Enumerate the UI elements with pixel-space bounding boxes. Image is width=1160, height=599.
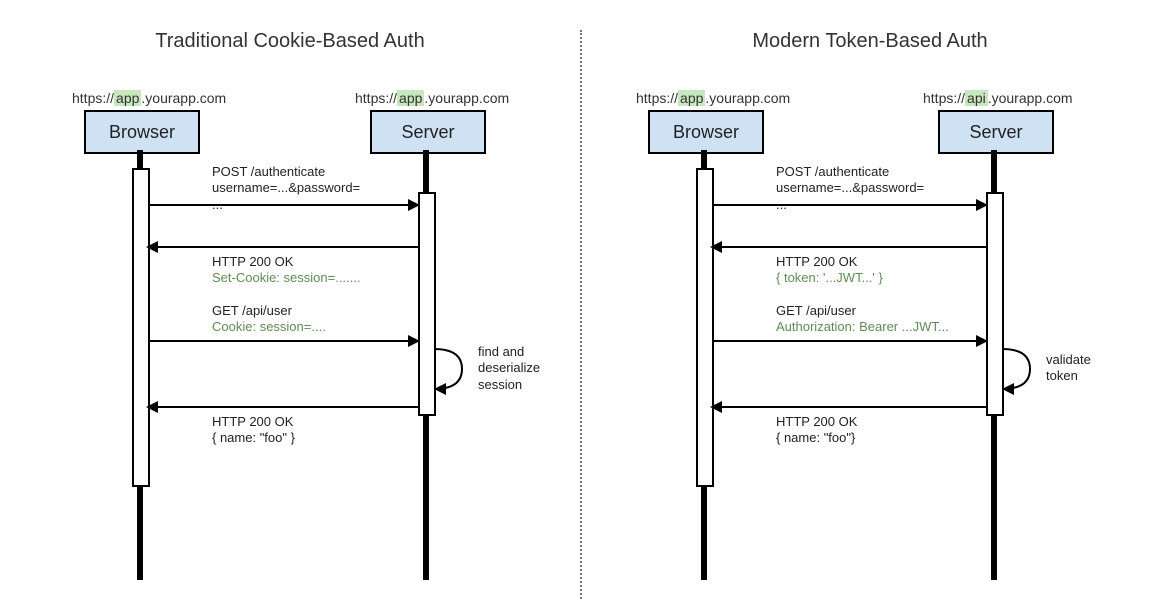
- right-arrow1: [712, 204, 986, 206]
- box-label: Browser: [673, 122, 739, 143]
- msg-line-green: Set-Cookie: session=.......: [212, 270, 360, 285]
- url-part: https://: [636, 90, 678, 106]
- box-label: Server: [969, 122, 1022, 143]
- right-title: Modern Token-Based Auth: [580, 30, 1160, 53]
- url-part: https://: [355, 90, 397, 106]
- left-browser-url: https://app.yourapp.com: [72, 90, 226, 106]
- msg-line: HTTP 200 OK: [212, 414, 293, 429]
- url-part: .yourapp.com: [988, 90, 1073, 106]
- url-highlight: app: [678, 90, 705, 106]
- url-highlight: app: [397, 90, 424, 106]
- left-panel: Traditional Cookie-Based Auth https://ap…: [0, 0, 580, 599]
- msg-line: HTTP 200 OK: [212, 254, 293, 269]
- left-browser-box: Browser: [84, 110, 200, 154]
- msg-line: GET /api/user: [212, 303, 292, 318]
- msg-line: username=...&password=: [776, 180, 924, 195]
- left-self-note: find and deserialize session: [478, 344, 540, 393]
- right-panel: Modern Token-Based Auth https://app.your…: [580, 0, 1160, 599]
- right-arrow2: [712, 246, 986, 248]
- right-browser-url: https://app.yourapp.com: [636, 90, 790, 106]
- note-line: find and: [478, 344, 524, 359]
- msg-line: HTTP 200 OK: [776, 254, 857, 269]
- msg-line: username=...&password=: [212, 180, 360, 195]
- left-browser-activation: [132, 168, 150, 487]
- note-line: token: [1046, 368, 1078, 383]
- left-server-box: Server: [370, 110, 486, 154]
- url-part: .yourapp.com: [141, 90, 226, 106]
- right-msg4: HTTP 200 OK { name: "foo"}: [776, 414, 857, 447]
- right-browser-activation: [696, 168, 714, 487]
- left-arrow1: [148, 204, 418, 206]
- left-msg2: HTTP 200 OK Set-Cookie: session=.......: [212, 254, 360, 287]
- left-title: Traditional Cookie-Based Auth: [0, 30, 580, 53]
- msg-line: { name: "foo"}: [776, 430, 855, 445]
- url-part: https://: [72, 90, 114, 106]
- msg-line-green: Authorization: Bearer ...JWT...: [776, 319, 949, 334]
- msg-line: GET /api/user: [776, 303, 856, 318]
- right-arrow4: [712, 406, 986, 408]
- right-self-note: validate token: [1046, 352, 1091, 385]
- right-server-url: https://api.yourapp.com: [923, 90, 1073, 106]
- url-part: .yourapp.com: [424, 90, 509, 106]
- left-arrow2: [148, 246, 418, 248]
- msg-line: POST /authenticate: [776, 164, 889, 179]
- left-msg4: HTTP 200 OK { name: "foo" }: [212, 414, 295, 447]
- url-part: .yourapp.com: [705, 90, 790, 106]
- box-label: Server: [401, 122, 454, 143]
- right-browser-box: Browser: [648, 110, 764, 154]
- note-line: session: [478, 377, 522, 392]
- note-line: deserialize: [478, 360, 540, 375]
- msg-line-green: Cookie: session=....: [212, 319, 326, 334]
- note-line: validate: [1046, 352, 1091, 367]
- left-server-url: https://app.yourapp.com: [355, 90, 509, 106]
- left-arrow3: [148, 340, 418, 342]
- right-msg2: HTTP 200 OK { token: '...JWT...' }: [776, 254, 883, 287]
- right-arrow3: [712, 340, 986, 342]
- right-server-box: Server: [938, 110, 1054, 154]
- msg-line: POST /authenticate: [212, 164, 325, 179]
- left-msg3: GET /api/user Cookie: session=....: [212, 303, 326, 336]
- left-self-loop: [434, 346, 472, 392]
- msg-line-green: { token: '...JWT...' }: [776, 270, 883, 285]
- right-msg3: GET /api/user Authorization: Bearer ...J…: [776, 303, 949, 336]
- right-self-loop: [1002, 346, 1040, 392]
- left-arrow4: [148, 406, 418, 408]
- url-highlight: app: [114, 90, 141, 106]
- msg-line: HTTP 200 OK: [776, 414, 857, 429]
- url-part: https://: [923, 90, 965, 106]
- url-highlight: api: [965, 90, 988, 106]
- box-label: Browser: [109, 122, 175, 143]
- msg-line: { name: "foo" }: [212, 430, 295, 445]
